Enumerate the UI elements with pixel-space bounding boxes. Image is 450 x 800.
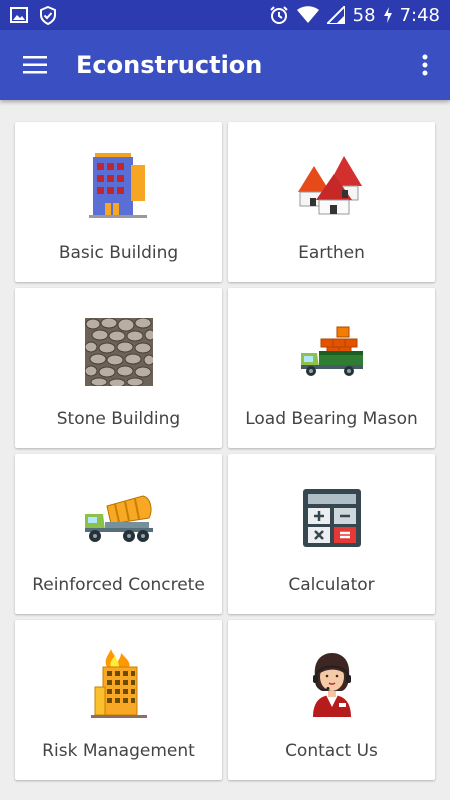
tile-reinforced-concrete[interactable]: Reinforced Concrete bbox=[15, 454, 222, 614]
building-icon bbox=[79, 146, 159, 226]
tile-label: Calculator bbox=[288, 575, 375, 595]
truck-bricks-icon bbox=[292, 312, 372, 392]
tile-load-bearing-mason[interactable]: Load Bearing Mason bbox=[228, 288, 435, 448]
tile-label: Basic Building bbox=[58, 243, 179, 263]
concrete-mixer-icon bbox=[79, 478, 159, 558]
tile-label: Load Bearing Mason bbox=[245, 409, 418, 429]
tile-basic-building[interactable]: Basic Building bbox=[15, 122, 222, 282]
tile-label: Earthen bbox=[298, 243, 365, 263]
more-vert-icon[interactable] bbox=[400, 30, 450, 100]
tile-earthen[interactable]: Earthen bbox=[228, 122, 435, 282]
wifi-icon bbox=[296, 6, 319, 24]
gallery-notification-icon bbox=[10, 7, 28, 23]
clock-time: 7:48 bbox=[399, 4, 440, 26]
tile-risk-management[interactable]: Risk Management bbox=[15, 620, 222, 780]
earthen-huts-icon bbox=[292, 146, 372, 226]
alarm-icon bbox=[269, 5, 289, 25]
battery-charging-icon bbox=[383, 7, 392, 23]
battery-level: 58 bbox=[352, 4, 376, 26]
tile-calculator[interactable]: Calculator bbox=[228, 454, 435, 614]
tile-contact-us[interactable]: Contact Us bbox=[228, 620, 435, 780]
tile-stone-building[interactable]: Stone Building bbox=[15, 288, 222, 448]
support-agent-icon bbox=[292, 644, 372, 724]
app-bar: Econstruction bbox=[0, 30, 450, 100]
tile-label: Risk Management bbox=[42, 741, 195, 761]
tile-label: Reinforced Concrete bbox=[32, 575, 205, 595]
app-title: Econstruction bbox=[76, 51, 263, 79]
tile-label: Contact Us bbox=[285, 741, 378, 761]
category-grid: Basic Building Earthen Stone Building Lo… bbox=[15, 122, 435, 780]
status-bar: 58 7:48 bbox=[0, 0, 450, 30]
tile-label: Stone Building bbox=[56, 409, 181, 429]
stone-wall-icon bbox=[79, 312, 159, 392]
burning-building-icon bbox=[79, 644, 159, 724]
shield-check-icon bbox=[40, 5, 56, 25]
calculator-icon bbox=[292, 478, 372, 558]
hamburger-menu-icon[interactable] bbox=[0, 30, 70, 100]
signal-icon bbox=[326, 6, 345, 24]
